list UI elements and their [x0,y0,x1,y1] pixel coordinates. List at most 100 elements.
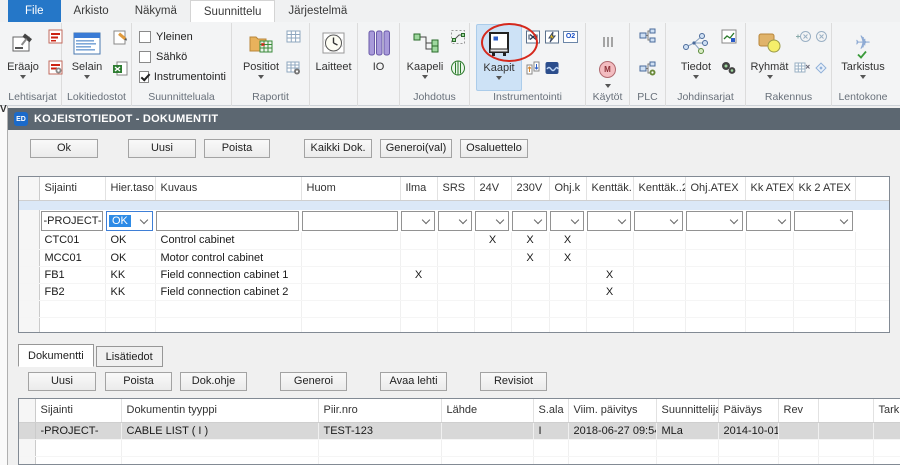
kaikki-dok-button[interactable]: Kaikki Dok. [304,139,372,158]
col-ohjatex[interactable]: Ohj.ATEX [685,177,745,200]
col-paivays[interactable]: Päiväys [718,399,778,422]
col-lahde[interactable]: Lähde [441,399,533,422]
kaytot-button[interactable]: M [586,24,630,91]
positiot-button[interactable]: Positiot [239,24,283,91]
col-piirnro[interactable]: Piir.nro [318,399,441,422]
srs-combo[interactable] [438,211,472,231]
doc-uusi-button[interactable]: Uusi [28,372,96,391]
table-row-empty[interactable] [19,456,900,465]
tarkistus-button[interactable]: ✈ Tarkistus [839,24,886,91]
ohjk-combo[interactable] [550,211,584,231]
sijainti-input[interactable]: -PROJECT- [41,211,104,231]
col-kuvaus[interactable]: Kuvaus [155,177,301,200]
ilma-combo[interactable] [401,211,435,231]
tab-lisatiedot[interactable]: Lisätiedot [96,346,163,367]
col-vaihe[interactable] [818,399,873,422]
table-row[interactable]: FB1 KK Field connection cabinet 1 X X [19,266,889,283]
cable-bundle-icon[interactable] [449,59,466,76]
tiedot-button[interactable]: Tiedot [674,24,718,91]
ribbon-tab-jarjestelma[interactable]: Järjestelmä [275,0,360,22]
230v-combo[interactable] [512,211,547,231]
eraajo-button[interactable]: Eräajo [1,24,45,91]
ribbon-tab-nakyma[interactable]: Näkymä [122,0,190,22]
col-sala[interactable]: S.ala [533,399,568,422]
table-row[interactable]: MCC01 OK Motor control cabinet X X [19,249,889,266]
col-kenttak2[interactable]: Kenttäk..2 [633,177,685,200]
ribbon-tab-suunnittelu[interactable]: Suunnittelu [190,0,276,22]
log-edit-icon[interactable] [111,28,128,45]
24v-combo[interactable] [475,211,509,231]
col-24v[interactable]: 24V [474,177,511,200]
checkbox-sahko[interactable]: Sähkö [139,47,226,66]
report-table-settings-icon[interactable] [285,59,302,76]
col-huom[interactable]: Huom [301,177,400,200]
harness-chart-icon[interactable] [720,28,737,45]
col-tark[interactable]: Tark. [873,399,900,422]
report-table-icon[interactable] [285,28,302,45]
kkatex-combo[interactable] [746,211,791,231]
plc-tree-settings-icon[interactable] [639,60,656,77]
tab-dokumentti[interactable]: Dokumentti [18,344,94,367]
table-row-selected[interactable]: -PROJECT- CABLE LIST ( I ) TEST-123 I 20… [19,422,900,439]
col-srs[interactable]: SRS [437,177,474,200]
x-circle-icon[interactable] [813,28,830,45]
plc-tree-icon[interactable] [639,27,656,44]
doc-poista-button[interactable]: Poista [105,372,172,391]
laitteet-button[interactable]: Laitteet [312,24,356,91]
col-dokumentin-tyyppi[interactable]: Dokumentin tyyppi [121,399,318,422]
cable-route-icon[interactable] [449,28,466,45]
col-viim-paivitys[interactable]: Viim. päivitys [568,399,656,422]
osaluettelo-button[interactable]: Osaluettelo [460,139,528,158]
selain-button[interactable]: Selain [65,24,109,91]
grid-x-icon[interactable] [794,59,811,76]
ribbon-tab-arkisto[interactable]: Arkisto [61,0,122,22]
table-row-empty[interactable] [19,439,900,456]
ok-button[interactable]: Ok [30,139,98,158]
kuvaus-input[interactable] [156,211,299,231]
col-kk2atex[interactable]: Kk 2 ATEX [793,177,855,200]
table-row[interactable]: FB2 KK Field connection cabinet 2 X [19,283,889,300]
huom-input[interactable] [302,211,398,231]
ryhmat-button[interactable]: Ryhmät [748,24,792,91]
ohjatex-combo[interactable] [686,211,743,231]
instrument-wave-icon[interactable] [543,59,560,76]
col-sijainti[interactable]: Sijainti [35,399,121,422]
instrument-o2-icon[interactable]: O2 [562,28,579,45]
io-button[interactable]: IO [357,24,401,91]
instrument-lift-icon[interactable] [524,59,541,76]
col-sijainti[interactable]: Sijainti [39,177,105,200]
col-suunnittelija[interactable]: Suunnittelija [656,399,718,422]
kenttak-combo[interactable] [587,211,631,231]
doc-generoi-button[interactable]: Generoi [280,372,347,391]
uusi-button[interactable]: Uusi [128,139,196,158]
col-230v[interactable]: 230V [511,177,549,200]
instrument-lightning-icon[interactable] [543,28,560,45]
hiertaso-combo[interactable]: OK [106,211,153,231]
ribbon-tab-file[interactable]: File [8,0,61,22]
kk2atex-combo[interactable] [794,211,853,231]
harness-gears-icon[interactable] [720,59,737,76]
kenttak2-combo[interactable] [634,211,683,231]
table-row[interactable]: CTC01 OK Control cabinet X X X [19,232,889,249]
table-row-empty[interactable] [19,300,889,317]
col-rev[interactable]: Rev [778,399,818,422]
col-kenttak[interactable]: Kenttäk. [586,177,633,200]
dok-ohje-button[interactable]: Dok.ohje [180,372,247,391]
col-ohjk[interactable]: Ohj.k [549,177,586,200]
table-row-empty[interactable] [19,317,889,333]
col-ilma[interactable]: Ilma [400,177,437,200]
chevron-down-icon [730,216,738,224]
generoi-val-button[interactable]: Generoi(val) [380,139,452,158]
avaa-lehti-button[interactable]: Avaa lehti [380,372,447,391]
dialog-titlebar[interactable]: ED KOJEISTOTIEDOT - DOKUMENTIT [8,108,900,130]
col-kkatex[interactable]: Kk ATEX [745,177,793,200]
revisiot-button[interactable]: Revisiot [480,372,547,391]
diamond-icon[interactable] [813,59,830,76]
poista-button[interactable]: Poista [204,139,270,158]
kaapeli-button[interactable]: Kaapeli [403,24,447,91]
excel-log-icon[interactable] [111,59,128,76]
add-x-circle-icon[interactable] [794,28,811,45]
col-hiertaso[interactable]: Hier.taso [105,177,155,200]
checkbox-yleinen[interactable]: Yleinen [139,27,226,46]
checkbox-instrumentointi[interactable]: Instrumentointi [139,67,226,86]
